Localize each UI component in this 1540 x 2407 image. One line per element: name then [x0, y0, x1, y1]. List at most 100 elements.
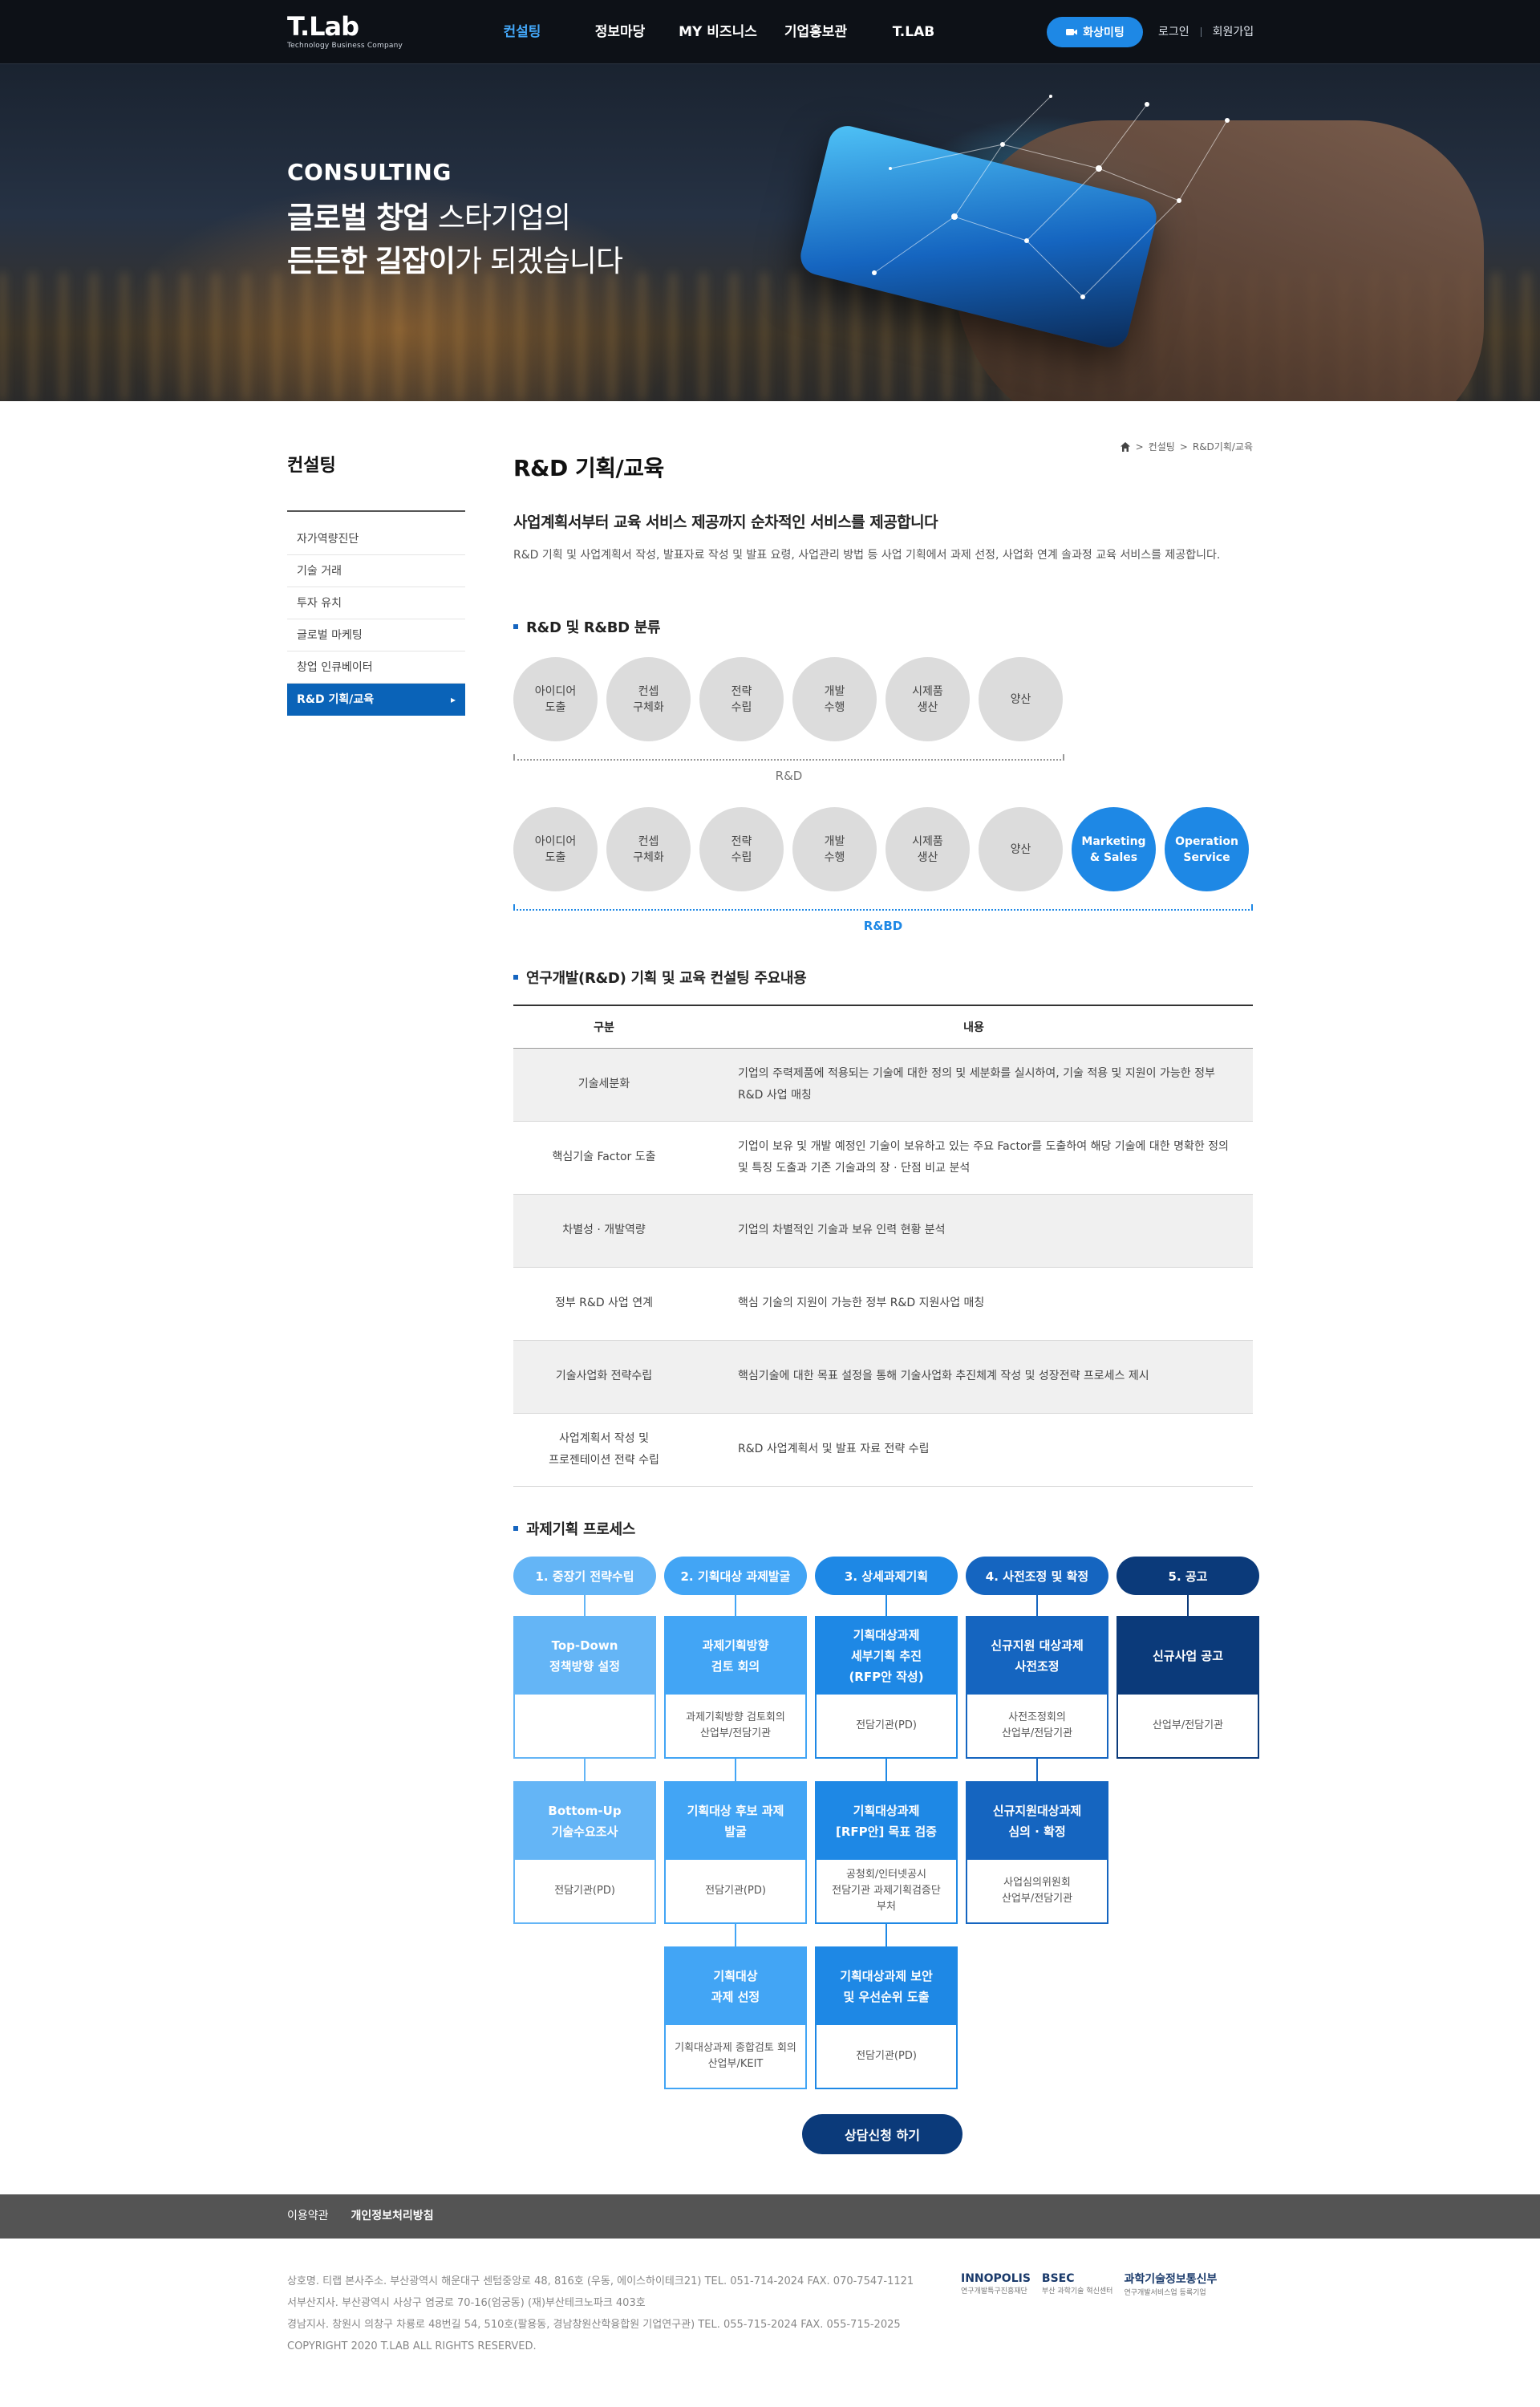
rbd-stage-concept: 컨셉 구체화: [606, 807, 691, 891]
process-connector: [886, 1921, 887, 1946]
rd-stage-idea: 아이디어 도출: [513, 657, 598, 741]
sidebar-item-investment[interactable]: 투자 유치: [287, 587, 465, 619]
rd-stage-prototype: 시제품 생산: [886, 657, 970, 741]
table-cell-content: R&D 사업계획서 및 발표 자료 전략 수립: [695, 1413, 1253, 1487]
consulting-content-table: 구분 내용 기술세분화 기업의 주력제품에 적용되는 기술에 대한 정의 및 세…: [513, 1005, 1253, 1487]
process-connector: [584, 1595, 586, 1616]
process-box: 기획대상과제 [RFP안] 목표 검증 공청회/인터넷공시 전담기관 과제기획검…: [815, 1781, 958, 1924]
process-box-title: 과제기획방향 검토 회의: [666, 1618, 805, 1695]
rbd-stage-prototype: 시제품 생산: [886, 807, 970, 891]
rd-bracket: [513, 754, 1064, 761]
video-camera-icon: [1066, 29, 1078, 35]
rbd-stage-strategy: 전략 수립: [699, 807, 784, 891]
table-row: 핵심기술 Factor 도출 기업이 보유 및 개발 예정인 기술이 보유하고 …: [513, 1121, 1253, 1195]
hero-headline-2-space: [367, 244, 375, 278]
sidebar-menu: 자가역량진단 기술 거래 투자 유치 글로벌 마케팅 창업 인큐베이터 R&D …: [287, 523, 465, 716]
breadcrumb-separator: >: [1179, 440, 1188, 453]
msit-logo: 과학기술정보통신부 연구개발서비스업 등록기업: [1124, 2271, 1217, 2297]
process-box-title: 기획대상과제 [RFP안] 목표 검증: [817, 1783, 956, 1860]
main-nav: 컨설팅 정보마당 MY 비즈니스 기업홍보관 T.LAB: [473, 0, 962, 64]
nav-consulting[interactable]: 컨설팅: [473, 0, 571, 64]
breadcrumb-item-current: R&D기획/교육: [1192, 441, 1253, 453]
table-cell-content: 기업의 차별적인 기술과 보유 인력 현황 분석: [695, 1194, 1253, 1268]
process-box: Top-Down 정책방향 설정: [513, 1616, 656, 1759]
logo-tagline: Technology Business Company: [287, 42, 403, 50]
nav-my-business[interactable]: MY 비즈니스: [669, 0, 767, 64]
process-box-title: 기획대상 과제 선정: [666, 1948, 805, 2025]
sidebar-item-tech-trade[interactable]: 기술 거래: [287, 555, 465, 587]
hero-copy: CONSULTING 글로벌 창업 스타기업의 든든한 길잡이가 되겠습니다: [287, 159, 623, 283]
nav-tlab[interactable]: T.LAB: [865, 0, 962, 64]
hero-network-graphic: [872, 95, 1230, 299]
hero-headline-2-bold-b: 길잡이: [375, 244, 456, 278]
logo-sub: 연구개발특구진흥재단: [961, 2287, 1027, 2295]
privacy-link[interactable]: 개인정보처리방침: [351, 2194, 434, 2239]
table-header-category: 구분: [513, 1005, 695, 1049]
home-icon[interactable]: [1120, 441, 1131, 453]
breadcrumb: > 컨설팅 > R&D기획/교육: [1120, 440, 1253, 453]
process-steps: 1. 중장기 전략수립 2. 기획대상 과제발굴 3. 상세과제기획 4. 사전…: [513, 1557, 1259, 1595]
process-box-title: 신규사업 공고: [1118, 1618, 1258, 1695]
process-box: 신규사업 공고 산업부/전담기관: [1116, 1616, 1259, 1759]
hero-headline-2: 든든한 길잡이가 되겠습니다: [287, 240, 623, 283]
video-meeting-label: 화상미팅: [1083, 26, 1125, 39]
logo-text: T.Lab: [287, 11, 359, 42]
footer-info-line: 상호명. 티랩 본사주소. 부산광역시 해운대구 센텀중앙로 48, 816호 …: [287, 2275, 914, 2287]
hero-headline-1-rest: 스타기업의: [429, 201, 571, 235]
process-box: 기획대상 과제 선정 기획대상과제 종합검토 회의 산업부/KEIT: [664, 1946, 807, 2089]
innopolis-logo: INNOPOLIS 연구개발특구진흥재단: [961, 2272, 1031, 2295]
signup-link[interactable]: 회원가입: [1213, 0, 1254, 64]
process-box-title: 기획대상과제 보안 및 우선순위 도출: [817, 1948, 956, 2025]
table-cell-category: 기술사업화 전략수립: [513, 1340, 695, 1414]
logo-sub: 부산 과학기술 혁신센터: [1041, 2287, 1113, 2295]
process-box: 기획대상 후보 과제 발굴 전담기관(PD): [664, 1781, 807, 1924]
process-connector: [735, 1595, 736, 1616]
process-box-body: 전담기관(PD): [856, 2050, 917, 2062]
terms-link[interactable]: 이용약관: [287, 2194, 329, 2239]
footer-bar: 이용약관 개인정보처리방침: [0, 2194, 1540, 2239]
hero-headline-1: 글로벌 창업 스타기업의: [287, 197, 622, 240]
sidebar-item-rd-planning[interactable]: R&D 기획/교육: [287, 684, 465, 716]
rbd-stage-mass-production: 양산: [979, 807, 1063, 891]
breadcrumb-item-consulting[interactable]: 컨설팅: [1149, 440, 1175, 453]
hero-headline-1-bold: 글로벌 창업: [287, 201, 430, 235]
rbd-stage-operation: Operation Service: [1165, 807, 1249, 891]
sidebar-item-global-marketing[interactable]: 글로벌 마케팅: [287, 619, 465, 651]
footer-company-info: 상호명. 티랩 본사주소. 부산광역시 해운대구 센텀중앙로 48, 816호 …: [287, 2271, 914, 2357]
section-title-process: 과제기획 프로세스: [513, 1518, 635, 1539]
page-description: R&D 기획 및 사업계획서 작성, 발표자료 작성 및 발표 요령, 사업관리…: [513, 549, 1221, 562]
table-cell-content: 핵심 기술의 지원이 가능한 정부 R&D 지원사업 매칭: [695, 1267, 1253, 1341]
process-box: Bottom-Up 기술수요조사 전담기관(PD): [513, 1781, 656, 1924]
process-box-body: [515, 1695, 654, 1757]
process-step-3: 3. 상세과제기획: [815, 1557, 958, 1595]
sidebar-item-self-diagnosis[interactable]: 자가역량진단: [287, 523, 465, 555]
logo-name: 과학기술정보통신부: [1124, 2273, 1218, 2286]
util-divider: [1200, 27, 1202, 37]
hero-kicker: CONSULTING: [287, 159, 452, 185]
table-row: 기술세분화 기업의 주력제품에 적용되는 기술에 대한 정의 및 세분화를 실시…: [513, 1048, 1253, 1122]
table-row: 사업계획서 작성 및 프로젠테이션 전략 수립 R&D 사업계획서 및 발표 자…: [513, 1413, 1253, 1487]
site-logo[interactable]: T.Lab Technology Business Company: [287, 11, 403, 50]
process-box-body: 사업심의위원회 산업부/전담기관: [1001, 1877, 1073, 1905]
nav-company-pr[interactable]: 기업홍보관: [767, 0, 865, 64]
table-row: 차별성 · 개발역량 기업의 차별적인 기술과 보유 인력 현황 분석: [513, 1194, 1253, 1268]
process-connector: [1187, 1595, 1189, 1616]
process-box-body: 전담기관(PD): [856, 1719, 917, 1731]
process-box-body: 사전조정회의 산업부/전담기관: [1001, 1711, 1073, 1739]
nav-info[interactable]: 정보마당: [571, 0, 669, 64]
process-box: 신규지원 대상과제 사전조정 사전조정회의 산업부/전담기관: [966, 1616, 1108, 1759]
login-link[interactable]: 로그인: [1158, 0, 1189, 64]
consultation-request-button[interactable]: 상담신청 하기: [802, 2114, 962, 2154]
process-connector: [584, 1756, 586, 1781]
table-header-content: 내용: [695, 1005, 1253, 1049]
section-title-table: 연구개발(R&D) 기획 및 교육 컨설팅 주요내용: [513, 967, 807, 988]
video-meeting-button[interactable]: 화상미팅: [1047, 17, 1143, 47]
section-title-text: R&D 및 R&BD 분류: [526, 619, 661, 636]
process-box-body: 전담기관(PD): [554, 1885, 615, 1897]
table-cell-category: 차별성 · 개발역량: [513, 1194, 695, 1268]
rd-stage-development: 개발 수행: [792, 657, 877, 741]
page-title: R&D 기획/교육: [513, 455, 664, 481]
process-box-title: 신규지원 대상과제 사전조정: [967, 1618, 1107, 1695]
sidebar-item-incubator[interactable]: 창업 인큐베이터: [287, 651, 465, 684]
rd-circle-row: 아이디어 도출 컨셉 구체화 전략 수립 개발 수행 시제품 생산 양산: [513, 657, 1063, 741]
